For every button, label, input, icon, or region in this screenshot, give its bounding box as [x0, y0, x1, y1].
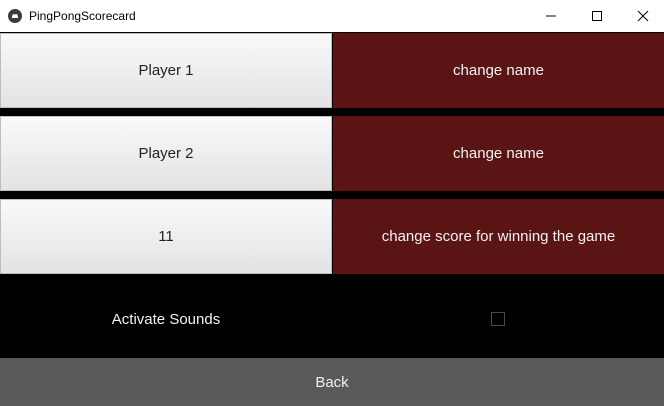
change-name-player2-button[interactable]: change name — [333, 116, 664, 191]
window-title: PingPongScorecard — [29, 9, 136, 23]
minimize-button[interactable] — [528, 0, 574, 32]
winning-score-field[interactable]: 11 — [0, 199, 332, 274]
close-button[interactable] — [620, 0, 664, 32]
maximize-button[interactable] — [574, 0, 620, 32]
activate-sounds-checkbox[interactable] — [491, 312, 505, 326]
window-titlebar: PingPongScorecard — [0, 0, 664, 32]
player2-name-field[interactable]: Player 2 — [0, 116, 332, 191]
kivy-logo-icon — [8, 9, 22, 23]
back-button[interactable]: Back — [0, 358, 664, 406]
close-icon — [637, 10, 649, 22]
activate-sounds-label: Activate Sounds — [111, 311, 221, 328]
minimize-icon — [546, 15, 556, 17]
player1-name-field[interactable]: Player 1 — [0, 33, 332, 108]
change-name-player1-button[interactable]: change name — [333, 33, 664, 108]
maximize-icon — [592, 11, 602, 21]
change-winning-score-button[interactable]: change score for winning the game — [333, 199, 664, 274]
